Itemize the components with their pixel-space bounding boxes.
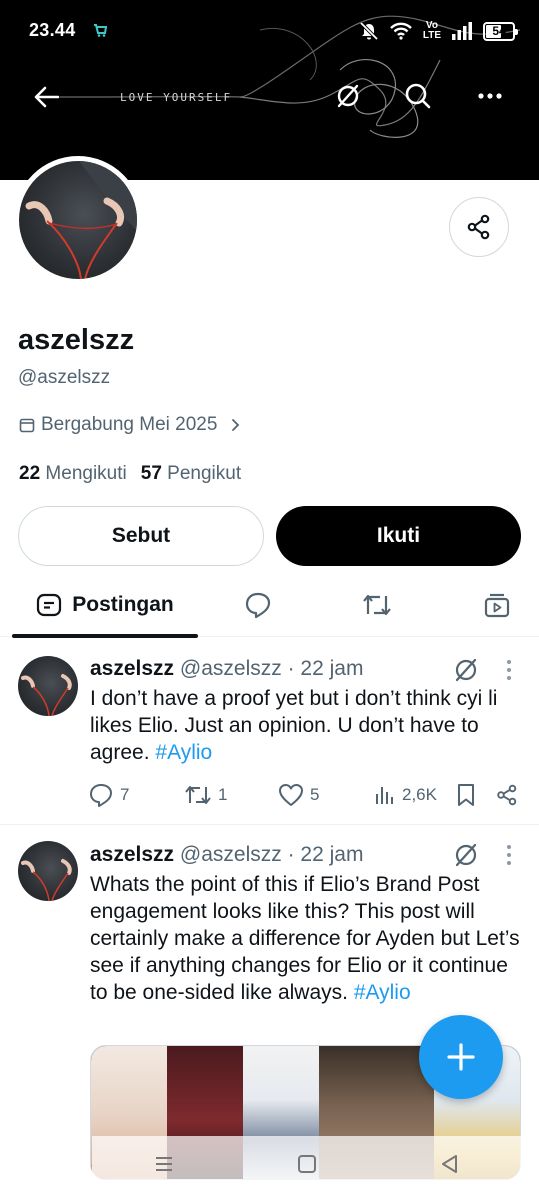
followers-count: 57 <box>140 463 162 484</box>
replies-tab-icon <box>245 592 271 619</box>
post-body: I don’t have a proof yet but i don’t thi… <box>90 687 498 764</box>
search-button[interactable] <box>400 78 436 114</box>
reposts-tab-icon <box>363 594 391 616</box>
posts-tab-icon <box>37 593 62 617</box>
following-label: Mengikuti <box>45 463 127 484</box>
following-link[interactable]: 22 Mengikuti <box>19 463 127 485</box>
reply-button[interactable]: 7 <box>88 780 129 810</box>
repost-count: 1 <box>218 785 228 804</box>
profile-tabs: Postingan <box>0 573 539 638</box>
followers-label: Pengikut <box>167 463 242 484</box>
shopping-app-icon <box>94 24 108 37</box>
chevron-right-icon <box>232 419 240 431</box>
post-author-handle: @aszelszz <box>179 843 282 866</box>
post-share-button[interactable] <box>496 780 518 810</box>
views-icon <box>376 787 393 804</box>
repost-button[interactable]: 1 <box>184 780 227 810</box>
profile-handle: @aszelszz <box>18 367 111 388</box>
home-icon[interactable] <box>296 1153 318 1175</box>
status-bar: 23.44 Vo LTE 54 <box>0 0 539 60</box>
dot <box>507 861 511 865</box>
tab-replies[interactable] <box>228 573 288 637</box>
post-text: I don’t have a proof yet but i don’t thi… <box>90 685 520 766</box>
post-avatar[interactable] <box>18 656 78 716</box>
dot <box>507 660 511 664</box>
mute-icon <box>359 21 379 41</box>
post-text: Whats the point of this if Elio’s Brand … <box>90 871 520 1006</box>
following-count: 22 <box>19 463 41 484</box>
joined-date[interactable]: Bergabung Mei 2025 <box>19 414 243 436</box>
grok-icon <box>337 84 359 108</box>
share-icon <box>467 214 490 240</box>
post-more-button[interactable] <box>500 658 518 682</box>
followers-link[interactable]: 57 Pengikut <box>141 463 241 485</box>
bookmark-icon <box>458 784 474 806</box>
post-item[interactable]: aszelszz @aszelszz · 22 jam I don’t have… <box>0 638 539 824</box>
repost-icon <box>185 786 211 804</box>
like-count: 5 <box>310 785 320 804</box>
dot <box>507 845 511 849</box>
like-icon <box>279 784 303 806</box>
tab-media[interactable] <box>467 573 527 637</box>
more-options-button[interactable] <box>472 78 508 114</box>
volte-indicator: Vo LTE <box>422 20 441 41</box>
like-button[interactable]: 5 <box>278 780 319 810</box>
post-hashtag[interactable]: #Aylio <box>155 741 212 764</box>
battery-level: 54 <box>492 24 506 38</box>
post-author-name[interactable]: aszelszz <box>90 843 174 866</box>
views-count: 2,6K <box>402 785 437 804</box>
follow-button[interactable]: Ikuti <box>276 506 521 566</box>
banner-title: LOVE YOURSELF <box>120 91 233 104</box>
post-time[interactable]: · 22 jam <box>288 843 364 866</box>
follow-stats: 22 Mengikuti 57 Pengikut <box>19 463 241 485</box>
grok-icon[interactable] <box>452 841 480 869</box>
post-actions: 7 1 5 2,6K <box>88 780 524 810</box>
tab-posts-label: Postingan <box>72 593 174 616</box>
share-icon <box>497 784 517 806</box>
post-body: Whats the point of this if Elio’s Brand … <box>90 873 520 1004</box>
reply-count: 7 <box>120 785 130 804</box>
back-button[interactable] <box>30 80 64 114</box>
system-nav-bar <box>92 1136 522 1192</box>
grok-icon[interactable] <box>452 656 480 684</box>
media-tab-icon <box>484 593 510 618</box>
tab-reposts[interactable] <box>347 573 407 637</box>
compose-button[interactable] <box>419 1015 503 1099</box>
views-button[interactable]: 2,6K <box>374 780 437 810</box>
avatar-image <box>19 161 137 279</box>
post-header: aszelszz @aszelszz · 22 jam <box>90 843 363 867</box>
post-header: aszelszz @aszelszz · 22 jam <box>90 657 363 681</box>
mention-button[interactable]: Sebut <box>18 506 264 566</box>
back-nav-icon[interactable] <box>439 1153 461 1175</box>
dot <box>507 853 511 857</box>
recent-apps-icon[interactable] <box>153 1153 175 1175</box>
search-icon <box>405 83 431 109</box>
dot <box>507 668 511 672</box>
post-avatar[interactable] <box>18 841 78 901</box>
status-icons: Vo LTE 54 <box>359 20 518 42</box>
post-author-handle: @aszelszz <box>179 657 282 680</box>
bookmark-button[interactable] <box>456 780 476 810</box>
profile-banner: 23.44 Vo LTE 54 LOVE YOURSELF <box>0 0 539 180</box>
reply-icon <box>90 784 112 807</box>
plus-icon <box>447 1043 475 1071</box>
battery-indicator: 54 <box>483 21 518 41</box>
profile-avatar[interactable] <box>14 156 142 284</box>
signal-icon <box>452 22 472 40</box>
more-icon <box>478 93 502 99</box>
share-profile-button[interactable] <box>449 197 509 257</box>
post-author-name[interactable]: aszelszz <box>90 657 174 680</box>
post-more-button[interactable] <box>500 843 518 867</box>
tab-posts[interactable]: Postingan <box>12 573 198 638</box>
dot <box>507 676 511 680</box>
joined-label: Bergabung Mei 2025 <box>41 414 218 435</box>
wifi-icon <box>389 22 412 40</box>
calendar-icon <box>19 418 35 433</box>
back-arrow-icon <box>34 86 60 108</box>
post-time[interactable]: · 22 jam <box>288 657 364 680</box>
display-name: aszelszz <box>18 324 135 356</box>
post-hashtag[interactable]: #Aylio <box>354 981 411 1004</box>
status-time: 23.44 <box>29 20 76 40</box>
grok-button[interactable] <box>330 78 366 114</box>
